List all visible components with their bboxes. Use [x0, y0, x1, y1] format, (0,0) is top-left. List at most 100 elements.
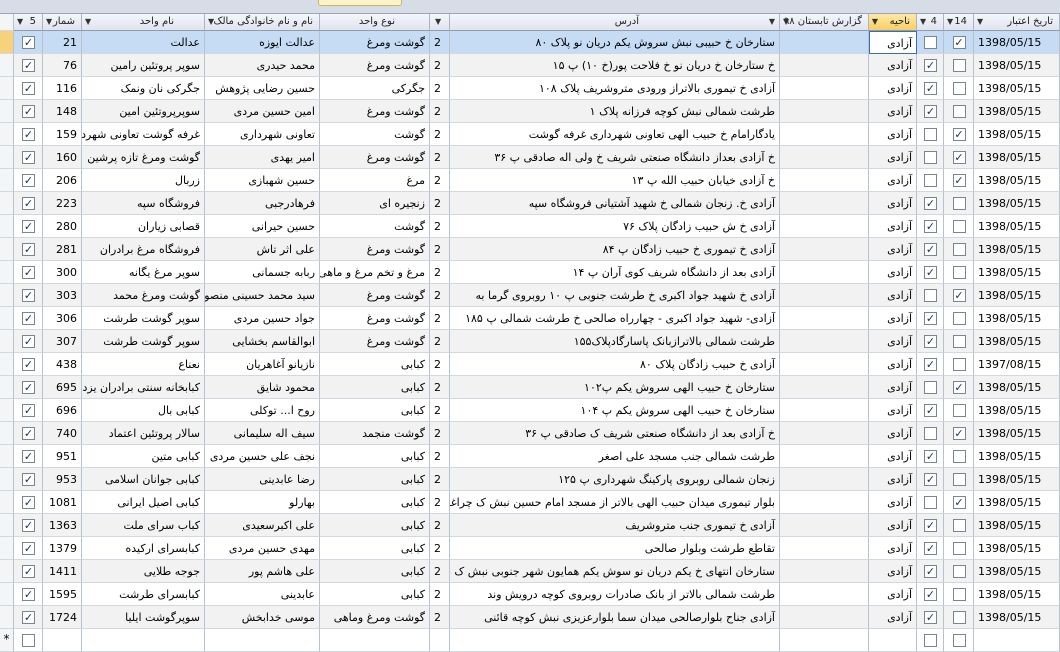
cell-nahiye[interactable]: آزادی: [869, 238, 917, 261]
record-selector[interactable]: [0, 583, 14, 606]
checkbox-c5[interactable]: ✓: [14, 514, 43, 537]
cell-unit[interactable]: سوپر مرغ یگانه: [82, 261, 205, 284]
cell-date[interactable]: 1398/05/15: [974, 468, 1060, 491]
checkbox-c14[interactable]: [944, 261, 974, 284]
cell-owner[interactable]: بهارلو: [205, 491, 320, 514]
cell-owner[interactable]: عدالت ایوزه: [205, 31, 320, 54]
cell-type-code[interactable]: 2: [430, 100, 450, 123]
checkbox[interactable]: ✓: [22, 358, 35, 371]
cell-type-code[interactable]: 2: [430, 123, 450, 146]
checkbox-c4[interactable]: ✓: [917, 54, 944, 77]
cell-type-code[interactable]: 2: [430, 353, 450, 376]
cell-num[interactable]: 1595: [43, 583, 82, 606]
checkbox[interactable]: [924, 36, 937, 49]
cell-owner[interactable]: حسین رضایی پژوهش: [205, 77, 320, 100]
cell-address[interactable]: طرشت شمالی بالاترازبانک پاسارگادپلاک۱۵۵: [450, 330, 780, 353]
cell-unit[interactable]: کبابی بال: [82, 399, 205, 422]
record-selector[interactable]: [0, 422, 14, 445]
cell-report[interactable]: [780, 422, 869, 445]
cell-owner[interactable]: محمود شایق: [205, 376, 320, 399]
cell-type[interactable]: زنجیره ای: [320, 192, 430, 215]
cell-type[interactable]: گوشت ومرغ: [320, 307, 430, 330]
new-record-row[interactable]: *: [0, 629, 1060, 652]
checkbox-c14[interactable]: [944, 514, 974, 537]
cell-address[interactable]: یادگارامام خ حبیب الهی تعاونی شهرداری غر…: [450, 123, 780, 146]
cell-report[interactable]: [780, 583, 869, 606]
cell-unit[interactable]: فروشگاه مرغ برادران: [82, 238, 205, 261]
cell-unit[interactable]: گوشت ومرغ تازه پرشین: [82, 146, 205, 169]
cell-type-code[interactable]: 2: [430, 54, 450, 77]
cell-report[interactable]: [780, 215, 869, 238]
cell-nahiye[interactable]: آزادی: [869, 468, 917, 491]
cell-report[interactable]: [780, 399, 869, 422]
cell-type[interactable]: کبابی: [320, 468, 430, 491]
checkbox[interactable]: [952, 450, 966, 463]
cell-nahiye[interactable]: آزادی: [869, 54, 917, 77]
checkbox[interactable]: [924, 289, 937, 302]
cell-type-code[interactable]: 2: [430, 307, 450, 330]
dropdown-arrow-icon[interactable]: ▼: [435, 14, 441, 30]
cell-owner[interactable]: نازیانو آغاهریان: [205, 353, 320, 376]
cell-type[interactable]: کبابی: [320, 445, 430, 468]
cell-num[interactable]: 1363: [43, 514, 82, 537]
cell-unit[interactable]: کباب سرای ملت: [82, 514, 205, 537]
checkbox[interactable]: ✓: [22, 59, 35, 72]
checkbox-c4[interactable]: ✓: [917, 468, 944, 491]
checkbox-c4[interactable]: ✓: [917, 215, 944, 238]
cell-nahiye[interactable]: [869, 629, 917, 652]
header-type-code[interactable]: ▼: [430, 14, 450, 31]
table-row[interactable]: 1398/05/15 ✓ آزادی تقاطع طرشت وبلوار صالحی 2…: [0, 537, 1060, 560]
cell-type[interactable]: گوشت ومرغ: [320, 54, 430, 77]
checkbox-c4[interactable]: ✓: [917, 192, 944, 215]
cell-nahiye[interactable]: آزادی: [869, 123, 917, 146]
cell-owner[interactable]: امین حسین مردی: [205, 100, 320, 123]
table-row[interactable]: 1398/05/15 ✓ آزادی خ آزادی بعد از دانشگاه ص…: [0, 422, 1060, 445]
cell-date[interactable]: 1398/05/15: [974, 169, 1060, 192]
cell-owner[interactable]: ابوالقاسم بخشایی: [205, 330, 320, 353]
cell-nahiye[interactable]: آزادی: [869, 583, 917, 606]
checkbox-c14[interactable]: [944, 445, 974, 468]
cell-date[interactable]: 1398/05/15: [974, 54, 1060, 77]
cell-report[interactable]: [780, 491, 869, 514]
cell-num[interactable]: 740: [43, 422, 82, 445]
cell-nahiye[interactable]: آزادی: [869, 445, 917, 468]
cell-address[interactable]: آزادی خ. زنجان شمالی خ شهید آشتیانی فروش…: [450, 192, 780, 215]
header-nahiye[interactable]: ناحیه ▼: [869, 14, 917, 31]
checkbox[interactable]: ✓: [924, 82, 937, 95]
checkbox-c4[interactable]: [917, 284, 944, 307]
cell-type[interactable]: کبابی: [320, 583, 430, 606]
cell-nahiye[interactable]: آزادی: [869, 330, 917, 353]
checkbox-c5[interactable]: ✓: [14, 54, 43, 77]
checkbox-c14[interactable]: [944, 54, 974, 77]
cell-unit[interactable]: غرفه گوشت تعاونی شهرداری: [82, 123, 205, 146]
cell-num[interactable]: 206: [43, 169, 82, 192]
checkbox[interactable]: ✓: [952, 289, 966, 302]
cell-owner[interactable]: امیر یهدی: [205, 146, 320, 169]
cell-type-code[interactable]: 2: [430, 468, 450, 491]
cell-type-code[interactable]: 2: [430, 560, 450, 583]
checkbox-c5[interactable]: ✓: [14, 123, 43, 146]
checkbox[interactable]: ✓: [22, 496, 35, 509]
table-row[interactable]: 1398/05/15 ✓ آزادی آزادی خ تیموری بالاتراز …: [0, 77, 1060, 100]
checkbox[interactable]: ✓: [22, 450, 35, 463]
checkbox-c5[interactable]: ✓: [14, 491, 43, 514]
cell-date[interactable]: 1398/05/15: [974, 606, 1060, 629]
cell-unit[interactable]: نعناع: [82, 353, 205, 376]
table-row[interactable]: 1397/08/15 ✓ آزادی آزادی خ حبیب زادگان پلاک…: [0, 353, 1060, 376]
cell-address[interactable]: خ آزادی بعد از دانشگاه صنعتی شریف ک صادق…: [450, 422, 780, 445]
table-row[interactable]: 1398/05/15 ✓ آزادی ستارخان خ حبیبی نبش سروش…: [0, 31, 1060, 54]
cell-unit[interactable]: زربال: [82, 169, 205, 192]
checkbox[interactable]: ✓: [924, 519, 937, 532]
cell-address[interactable]: آزادی جناح بلوارصالحی میدان سما بلوارعزی…: [450, 606, 780, 629]
cell-num[interactable]: 303: [43, 284, 82, 307]
table-row[interactable]: 1398/05/15 ✓ آزادی آزادی خ شهید جواد اکبری …: [0, 284, 1060, 307]
checkbox-c5[interactable]: ✓: [14, 215, 43, 238]
checkbox-c4[interactable]: ✓: [917, 514, 944, 537]
checkbox-c5[interactable]: ✓: [14, 100, 43, 123]
cell-address[interactable]: تقاطع طرشت وبلوار صالحی: [450, 537, 780, 560]
cell-date[interactable]: 1398/05/15: [974, 100, 1060, 123]
checkbox[interactable]: ✓: [952, 381, 966, 394]
checkbox[interactable]: ✓: [22, 105, 35, 118]
cell-nahiye[interactable]: آزادی: [869, 192, 917, 215]
checkbox-c14[interactable]: ✓: [944, 422, 974, 445]
